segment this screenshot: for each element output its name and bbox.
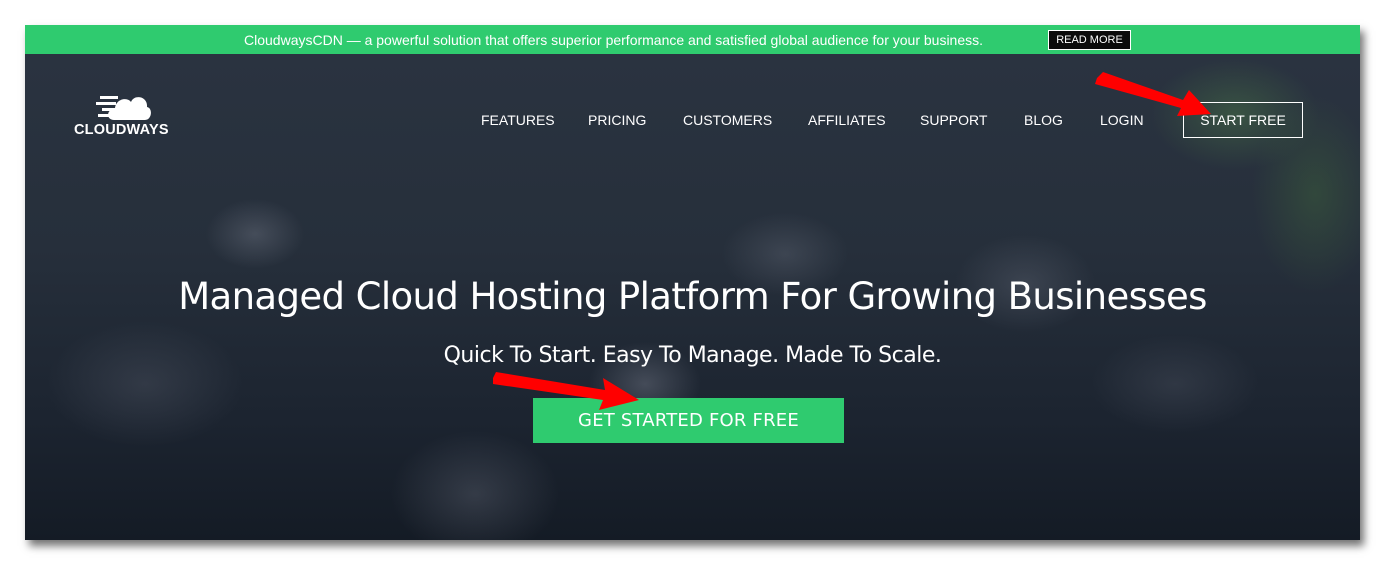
nav-item-support[interactable]: SUPPORT — [920, 112, 987, 128]
hero-headline: Managed Cloud Hosting Platform For Growi… — [178, 275, 1207, 318]
nav-item-customers[interactable]: CUSTOMERS — [683, 112, 772, 128]
announcement-bar: CloudwaysCDN — a powerful solution that … — [25, 25, 1360, 54]
hero-section: CLOUDWAYS FEATURES PRICING CUSTOMERS AFF… — [25, 54, 1360, 540]
read-more-button[interactable]: READ MORE — [1048, 30, 1131, 50]
browser-page-frame: CloudwaysCDN — a powerful solution that … — [25, 25, 1360, 540]
nav-item-affiliates[interactable]: AFFILIATES — [808, 112, 886, 128]
nav-item-features[interactable]: FEATURES — [481, 112, 555, 128]
annotation-arrow-start-free — [1095, 72, 1211, 116]
annotation-arrow-get-started — [493, 372, 639, 410]
nav-item-blog[interactable]: BLOG — [1024, 112, 1063, 128]
announcement-message: CloudwaysCDN — a powerful solution that … — [244, 32, 984, 48]
hero-subheadline: Quick To Start. Easy To Manage. Made To … — [443, 343, 942, 368]
nav-item-pricing[interactable]: PRICING — [588, 112, 646, 128]
